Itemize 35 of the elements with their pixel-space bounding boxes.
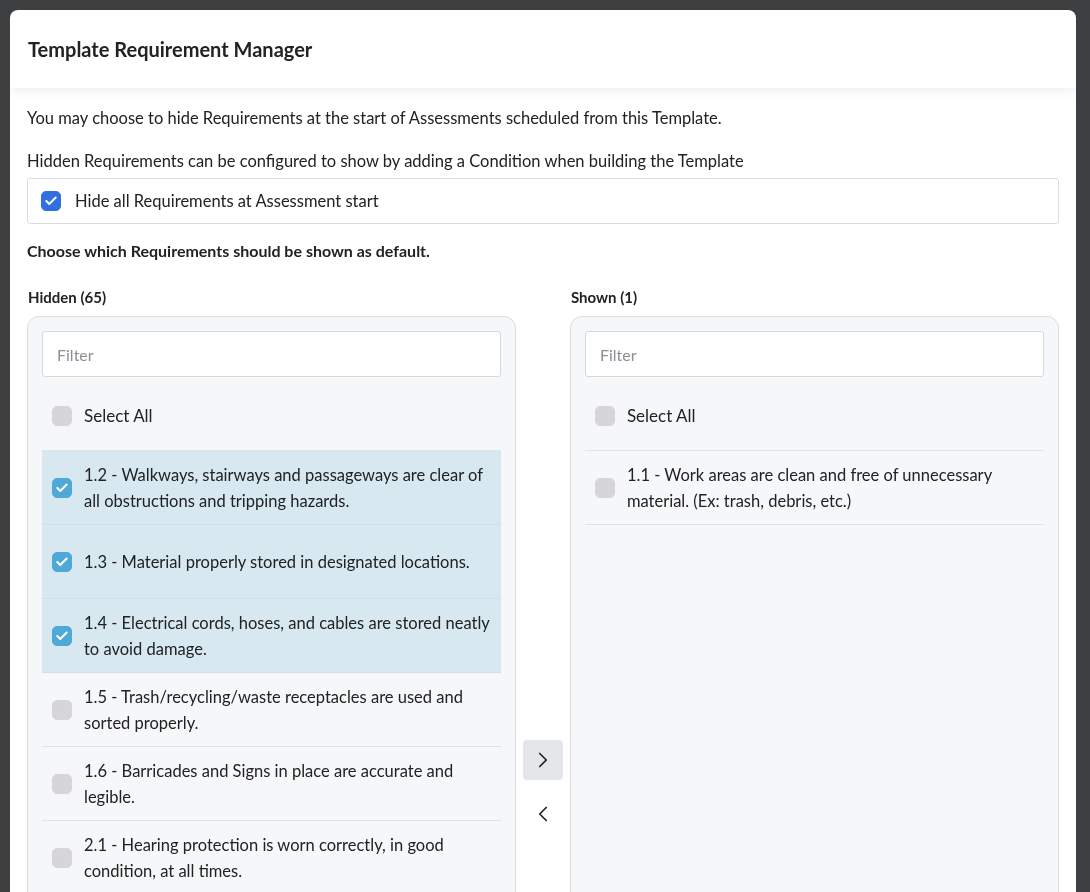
filter-field[interactable]: Filter: [42, 331, 502, 377]
move-right-button[interactable]: [523, 740, 563, 780]
filter-field[interactable]: Filter: [584, 331, 1044, 377]
hide-all-option[interactable]: Hide all Requirements at Assessment start: [27, 178, 1059, 224]
requirement-label: 2.1 - Hearing protection is worn correctly, in good condition, at all times.: [84, 833, 445, 883]
requirement-item[interactable]: 1.5 - Trash/recycling/waste receptacles are used and sorted properly.: [42, 673, 502, 747]
requirement-item[interactable]: 1.3 - Material properly stored in designated locations.: [42, 525, 502, 599]
intro-text: You may choose to hide Requirements at the start of Assessments scheduled from this Template.: [27, 107, 723, 130]
check-icon: [55, 628, 69, 643]
requirement-label: 1.3 - Material properly stored in designated locations.: [84, 550, 470, 574]
requirement-item[interactable]: 2.1 - Hearing protection is worn correctly, in good condition, at all times.: [42, 821, 502, 892]
requirement-label: 1.4 - Electrical cords, hoses, and cables are stored neatly to avoid damage.: [84, 611, 491, 661]
requirement-label: 1.2 - Walkways, stairways and passageways are clear of all obstructions and tripping hazards.: [84, 463, 484, 513]
requirement-item[interactable]: 1.1 - Work areas are clean and free of unnecessary material. (Ex: trash, debris, etc.): [584, 451, 1044, 525]
requirement-item[interactable]: 1.2 - Walkways, stairways and passageways are clear of all obstructions and tripping hazards.: [42, 451, 502, 525]
instruction-text: Choose which Requirements should be shown as default.: [27, 240, 431, 262]
check-icon: [44, 194, 58, 208]
intro-text: Hidden Requirements can be configured to show by adding a Condition when building the Template: [27, 150, 745, 173]
check-icon: [55, 554, 69, 569]
checkbox[interactable]: [52, 477, 72, 498]
modal-title: Template Requirement Manager: [28, 36, 313, 63]
requirement-label: 1.6 - Barricades and Signs in place are accurate and legible.: [84, 759, 455, 809]
hide-all-label: Hide all Requirements at Assessment start: [75, 189, 379, 213]
select-all-label[interactable]: Select All: [626, 402, 696, 429]
select-all-label[interactable]: Select All: [84, 402, 153, 429]
requirement-label: 1.1 - Work areas are clean and free of unnecessary material. (Ex: trash, debris, etc.): [626, 463, 993, 513]
requirement-item[interactable]: 1.4 - Electrical cords, hoses, and cables are stored neatly to avoid damage.: [42, 599, 502, 673]
checkbox[interactable]: [41, 191, 61, 211]
check-icon: [55, 480, 69, 495]
checkbox[interactable]: [52, 625, 72, 646]
list-heading: Hidden (65): [27, 286, 108, 308]
list-heading: Shown (1): [569, 286, 639, 308]
checkbox[interactable]: [52, 551, 72, 572]
requirement-label: 1.5 - Trash/recycling/waste receptacles are used and sorted properly.: [84, 685, 464, 735]
requirement-item[interactable]: 1.6 - Barricades and Signs in place are accurate and legible.: [42, 747, 502, 821]
